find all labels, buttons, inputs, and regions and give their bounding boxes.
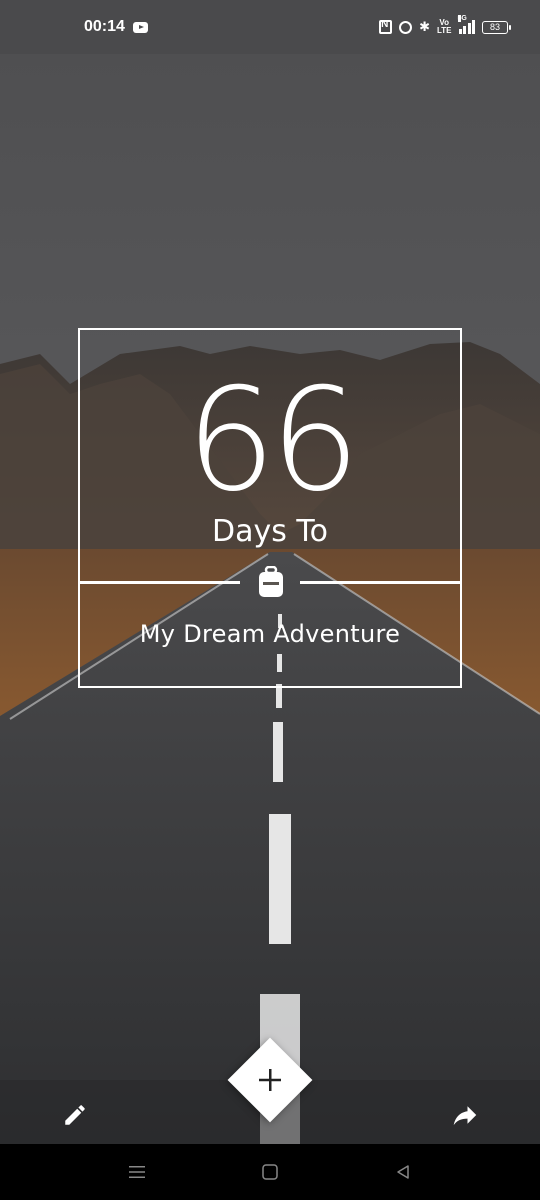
- home-icon: [262, 1164, 278, 1180]
- backpack-icon: [257, 565, 285, 598]
- volte-icon: Vo LTE: [437, 19, 452, 35]
- back-icon: [397, 1165, 410, 1179]
- signal-icon: 5G: [457, 15, 475, 34]
- divider-left: [80, 581, 240, 584]
- days-count: 66: [185, 358, 361, 523]
- back-button[interactable]: [383, 1152, 423, 1192]
- network-type: 5G: [457, 15, 467, 22]
- menu-button[interactable]: [117, 1152, 157, 1192]
- add-button[interactable]: [227, 1037, 313, 1123]
- bluetooth-icon: ✱: [419, 19, 430, 34]
- home-button[interactable]: [250, 1152, 290, 1192]
- status-left: 00:14: [84, 18, 148, 36]
- days-to-label: Days To: [212, 514, 328, 549]
- divider-right: [300, 581, 460, 584]
- alarm-icon: [399, 20, 413, 34]
- status-time: 00:14: [84, 18, 125, 35]
- share-icon: [453, 1106, 477, 1125]
- countdown-card[interactable]: 66 Days To My Dream Adventure: [78, 328, 462, 688]
- plus-icon: [228, 1038, 312, 1122]
- menu-icon: [128, 1166, 145, 1178]
- event-title: My Dream Adventure: [139, 620, 401, 648]
- battery-level: 83: [489, 22, 500, 32]
- share-button[interactable]: [448, 1098, 482, 1132]
- battery-icon: 83: [482, 20, 511, 34]
- youtube-icon: [132, 21, 148, 33]
- status-right: ✱ Vo LTE 5G 83: [379, 15, 511, 35]
- edit-button[interactable]: [58, 1098, 92, 1132]
- volte-bottom: LTE: [436, 26, 452, 35]
- pencil-icon: [65, 1105, 85, 1125]
- nfc-icon: [379, 19, 393, 34]
- status-bar: 00:14 ✱ Vo LTE 5G 83: [0, 0, 540, 54]
- system-nav-bar: [0, 1144, 540, 1200]
